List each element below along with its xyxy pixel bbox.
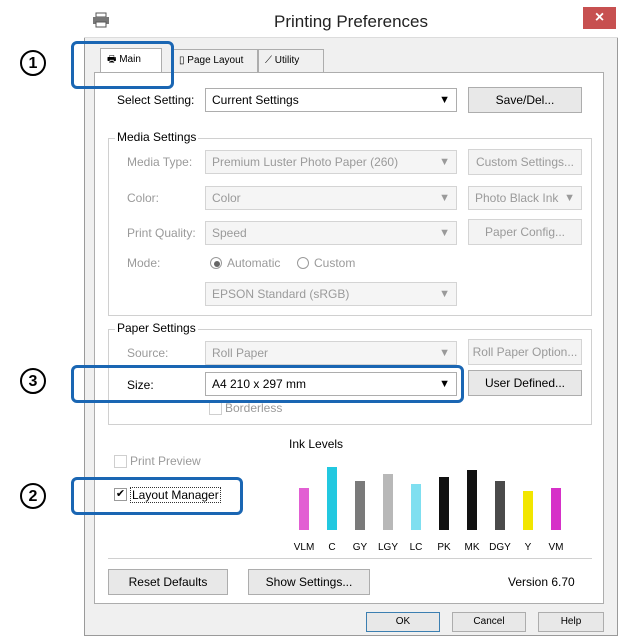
source-value: Roll Paper [212, 346, 269, 360]
callout-number-2: 2 [20, 483, 46, 509]
ink-bar-gy [355, 481, 365, 530]
borderless-label: Borderless [225, 401, 283, 415]
select-setting-combo[interactable]: Current Settings ▼ [205, 88, 457, 112]
ink-label-pk: PK [437, 542, 451, 553]
tab-utility[interactable]: ⟋ Utility [258, 49, 324, 73]
ink-bar-lgy [383, 474, 393, 530]
ink-type-combo[interactable]: Photo Black Ink ▼ [468, 186, 582, 210]
wrench-icon: ⟋ [265, 55, 275, 66]
ink-label-y: Y [525, 542, 532, 553]
select-setting-value: Current Settings [212, 93, 299, 107]
color-mode-value: EPSON Standard (sRGB) [212, 287, 350, 301]
ink-label-vm: VM [549, 542, 564, 553]
color-value: Color [212, 191, 241, 205]
source-combo[interactable]: Roll Paper ▼ [205, 341, 457, 365]
media-type-label: Media Type: [127, 155, 193, 169]
version-label: Version 6.70 [508, 575, 575, 589]
ink-levels-title: Ink Levels [287, 437, 346, 451]
print-quality-value: Speed [212, 226, 247, 240]
show-settings-button[interactable]: Show Settings... [248, 569, 370, 595]
mode-custom-label: Custom [314, 256, 356, 270]
user-defined-button[interactable]: User Defined... [468, 370, 582, 396]
print-preview-checkbox[interactable] [114, 455, 127, 468]
cancel-button[interactable]: Cancel [452, 612, 526, 632]
media-settings-title: Media Settings [115, 130, 199, 144]
custom-settings-button[interactable]: Custom Settings... [468, 149, 582, 175]
window-title: Printing Preferences [273, 12, 429, 31]
ink-levels-chart: VLM C GY LGY LC PK MK DGY Y VM [294, 460, 564, 553]
reset-defaults-button[interactable]: Reset Defaults [108, 569, 228, 595]
close-button[interactable]: × [583, 7, 616, 29]
media-type-value: Premium Luster Photo Paper (260) [212, 155, 399, 169]
paper-config-button[interactable]: Paper Config... [468, 219, 582, 245]
radio-dot [214, 261, 220, 267]
chevron-down-icon: ▼ [439, 288, 450, 300]
mode-label: Mode: [127, 256, 161, 270]
color-label: Color: [127, 191, 160, 205]
chevron-down-icon: ▼ [439, 227, 450, 239]
chevron-down-icon: ▼ [439, 347, 450, 359]
save-del-button[interactable]: Save/Del... [468, 87, 582, 113]
separator [108, 558, 592, 559]
ink-bar-c [327, 467, 337, 530]
ink-label-lc: LC [410, 542, 423, 553]
chevron-down-icon: ▼ [439, 94, 450, 106]
ink-bar-vlm [299, 488, 309, 530]
media-type-combo[interactable]: Premium Luster Photo Paper (260) ▼ [205, 150, 457, 174]
borderless-checkbox[interactable] [209, 402, 222, 415]
paper-settings-title: Paper Settings [115, 321, 198, 335]
ok-button[interactable]: OK [366, 612, 440, 632]
ink-bar-lc [411, 484, 421, 530]
ink-label-mk: MK [465, 542, 480, 553]
ink-label-c: C [328, 542, 335, 553]
tab-utility-label: Utility [274, 55, 300, 66]
print-preview-label: Print Preview [130, 454, 201, 468]
print-quality-combo[interactable]: Speed ▼ [205, 221, 457, 245]
ink-label-lgy: LGY [378, 542, 398, 553]
color-mode-combo[interactable]: EPSON Standard (sRGB) ▼ [205, 282, 457, 306]
callout-box-2 [71, 477, 243, 515]
chevron-down-icon: ▼ [564, 192, 575, 204]
ink-bar-y [523, 491, 533, 530]
roll-paper-option-button[interactable]: Roll Paper Option... [468, 339, 582, 365]
tab-page-layout-label: Page Layout [187, 55, 244, 66]
callout-number-3: 3 [20, 368, 46, 394]
callout-number-1: 1 [20, 50, 46, 76]
ink-bar-mk [467, 470, 477, 530]
mode-custom-radio[interactable] [297, 257, 309, 269]
source-label: Source: [127, 346, 169, 360]
ink-bar-dgy [495, 481, 505, 530]
print-quality-label: Print Quality: [127, 226, 196, 240]
ink-bar-vm [551, 488, 561, 530]
mode-automatic-label: Automatic [227, 256, 281, 270]
ink-type-value: Photo Black Ink [475, 191, 559, 205]
color-combo[interactable]: Color ▼ [205, 186, 457, 210]
callout-box-1 [71, 41, 174, 89]
chevron-down-icon: ▼ [439, 192, 450, 204]
chevron-down-icon: ▼ [439, 156, 450, 168]
ink-bar-pk [439, 477, 449, 530]
help-button[interactable]: Help [538, 612, 604, 632]
select-setting-label: Select Setting: [117, 93, 195, 107]
ink-label-vlm: VLM [294, 542, 315, 553]
ink-label-dgy: DGY [489, 542, 511, 553]
tab-page-layout[interactable]: ▯ Page Layout [172, 49, 258, 73]
ink-label-gy: GY [353, 542, 368, 553]
mode-automatic-radio[interactable] [210, 257, 222, 269]
callout-box-3 [71, 365, 464, 403]
